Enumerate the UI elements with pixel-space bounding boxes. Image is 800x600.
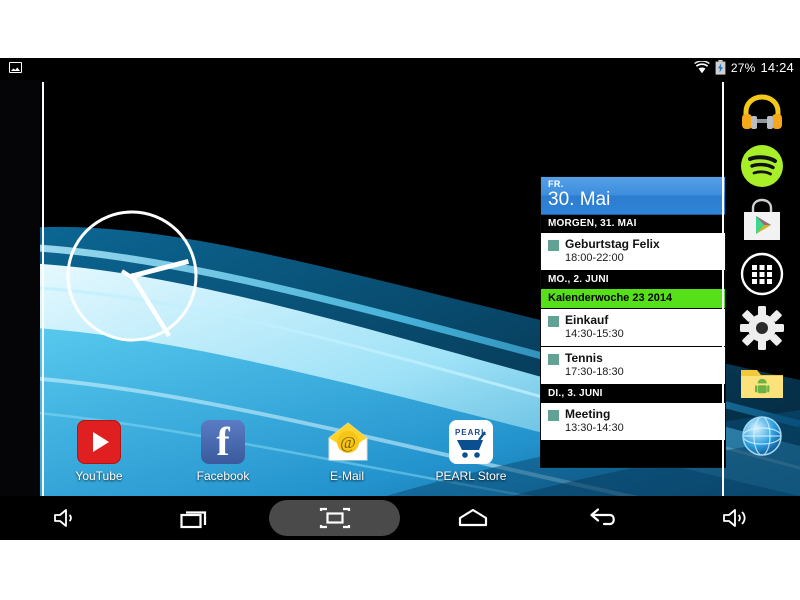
calendar-event[interactable]: Einkauf 14:30-15:30 <box>541 309 725 347</box>
event-color-swatch <box>548 410 559 421</box>
event-title: Geburtstag Felix <box>565 237 660 251</box>
email-icon[interactable]: @ <box>325 420 369 464</box>
event-time: 13:30-14:30 <box>565 422 624 434</box>
left-edge-panel <box>0 80 40 518</box>
event-title: Meeting <box>565 407 611 421</box>
screenshot-frame: 27% 14:24 g <box>0 0 800 600</box>
facebook-icon[interactable]: f <box>201 419 245 464</box>
spotify-icon[interactable] <box>738 142 786 190</box>
svg-text:@: @ <box>340 433 356 452</box>
navigation-bar <box>0 496 800 540</box>
event-title: Tennis <box>565 351 603 365</box>
event-time: 18:00-22:00 <box>565 252 624 264</box>
app-youtube[interactable]: YouTube <box>44 420 154 483</box>
back-button[interactable] <box>539 496 670 540</box>
event-title: Einkauf <box>565 313 609 327</box>
home-button[interactable] <box>408 496 539 540</box>
file-manager-icon[interactable] <box>738 358 786 406</box>
home-app-row: YouTube f Facebook @ E-Mail PEARL PEARL … <box>44 419 526 492</box>
calendar-event[interactable]: Meeting 13:30-14:30 <box>541 403 725 441</box>
status-bar-system[interactable]: 27% 14:24 <box>693 60 794 75</box>
music-headphones-icon[interactable] <box>738 88 786 136</box>
calendar-header[interactable]: FR. 30. Mai <box>541 177 725 215</box>
calendar-section-header: DI., 3. JUNI <box>541 385 725 403</box>
pearl-store-icon[interactable]: PEARL <box>449 420 493 464</box>
tablet-screen: 27% 14:24 g <box>0 58 800 540</box>
calendar-widget[interactable]: FR. 30. Mai MORGEN, 31. MAI Geburtstag F… <box>540 176 726 468</box>
event-time: 17:30-18:30 <box>565 366 624 378</box>
app-email[interactable]: @ E-Mail <box>292 420 402 483</box>
app-drawer-icon[interactable] <box>738 250 786 298</box>
analog-clock-widget[interactable] <box>64 208 200 344</box>
event-color-swatch <box>548 316 559 327</box>
recents-button[interactable] <box>131 496 262 540</box>
calendar-section-header: MO., 2. JUNI <box>541 271 725 289</box>
app-label: PEARL Store <box>435 469 507 483</box>
browser-globe-icon[interactable] <box>738 412 786 460</box>
left-divider <box>42 82 44 502</box>
settings-gear-icon[interactable] <box>738 304 786 352</box>
play-store-icon[interactable] <box>738 196 786 244</box>
battery-percent: 27% <box>730 60 756 75</box>
volume-up-button[interactable] <box>669 496 800 540</box>
calendar-event[interactable]: Tennis 17:30-18:30 <box>541 347 725 385</box>
app-facebook[interactable]: f Facebook <box>168 419 278 483</box>
event-color-swatch <box>548 240 559 251</box>
screenshot-icon <box>9 62 22 73</box>
right-divider <box>722 82 724 502</box>
event-color-swatch <box>548 354 559 365</box>
battery-charging-icon <box>715 60 726 75</box>
calendar-event[interactable]: Geburtstag Felix 18:00-22:00 <box>541 233 725 271</box>
screenshot-button[interactable] <box>269 500 401 536</box>
youtube-icon[interactable] <box>77 420 121 464</box>
app-pearl-store[interactable]: PEARL PEARL Store <box>416 420 526 483</box>
wifi-icon <box>693 61 710 74</box>
app-label: Facebook <box>196 469 250 483</box>
calendar-section-header: MORGEN, 31. MAI <box>541 215 725 233</box>
app-label: YouTube <box>75 469 123 483</box>
right-dock <box>724 80 800 518</box>
app-label: E-Mail <box>329 469 364 483</box>
calendar-date: 30. Mai <box>548 189 611 210</box>
status-bar-clock: 14:24 <box>760 60 794 75</box>
status-bar-notifications[interactable] <box>9 62 22 73</box>
event-time: 14:30-15:30 <box>565 328 624 340</box>
calendar-week-banner[interactable]: Kalenderwoche 23 2014 <box>541 289 725 309</box>
volume-down-button[interactable] <box>0 496 131 540</box>
status-bar[interactable]: 27% 14:24 <box>0 58 800 80</box>
